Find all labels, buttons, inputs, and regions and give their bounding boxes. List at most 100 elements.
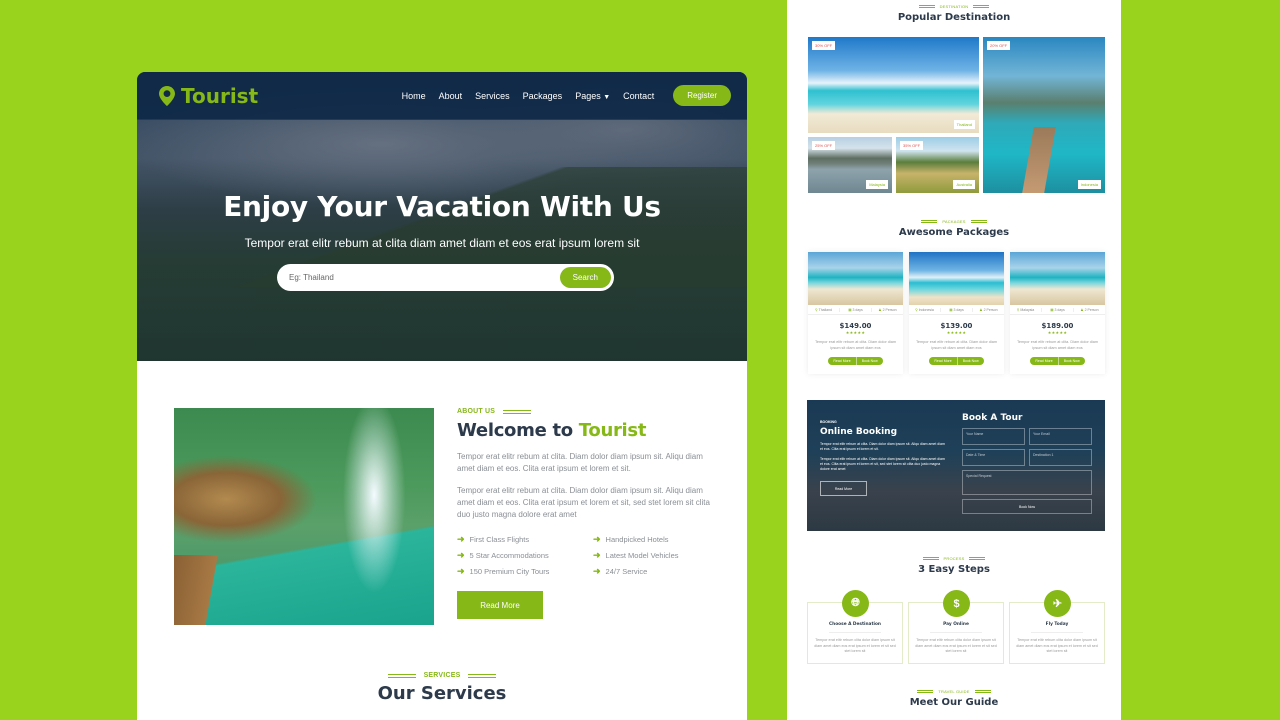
arrow-right-icon: ➜: [457, 534, 465, 544]
booking-paragraph-1: Tempor erat elitr rebum at clita. Diam d…: [820, 442, 945, 451]
package-price: $189.00: [1041, 322, 1074, 330]
destination-card-indonesia[interactable]: 20% OFF Indonesia: [983, 37, 1105, 193]
location-text: Thailand: [818, 307, 832, 312]
register-button[interactable]: Register: [673, 85, 731, 106]
nav-home[interactable]: Home: [402, 91, 426, 101]
services-title: Our Services: [377, 683, 507, 704]
package-duration: ▦3 days: [1042, 307, 1074, 312]
feature-label: 150 Premium City Tours: [469, 567, 550, 576]
package-price: $149.00: [839, 322, 872, 330]
hero-subtitle: Tempor erat elitr rebum at clita diam am…: [244, 236, 640, 250]
package-book-now-button[interactable]: Book Now: [957, 357, 984, 365]
guide-eyebrow: TRAVEL GUIDE: [787, 689, 1121, 694]
destination-header: DESTINATION Popular Destination: [787, 4, 1121, 23]
user-icon: ♟: [1080, 307, 1084, 312]
sections-preview: DESTINATION Popular Destination 30% OFF T…: [787, 0, 1121, 720]
step-description: Tempor erat elitr rebum clita dolor diam…: [814, 638, 896, 653]
step-title: Pay Online: [943, 622, 969, 627]
package-meta: ⚲Thailand ▦3 days ♟2 Person: [808, 305, 903, 315]
package-book-now-button[interactable]: Book Now: [1058, 357, 1085, 365]
about-read-more-button[interactable]: Read More: [457, 591, 543, 619]
nav-about[interactable]: About: [439, 91, 463, 101]
package-read-more-button[interactable]: Read More: [1030, 357, 1059, 365]
eyebrow-line: [503, 409, 532, 414]
email-field[interactable]: Your Email: [1029, 428, 1092, 445]
package-price: $139.00: [940, 322, 973, 330]
eyebrow-line: [387, 673, 416, 678]
discount-badge: 25% OFF: [812, 141, 836, 150]
nav-pages-dropdown[interactable]: Pages ▼: [575, 91, 610, 101]
destination-name: Australia: [953, 180, 975, 189]
process-title: 3 Easy Steps: [918, 564, 990, 575]
logo[interactable]: Tourist: [159, 84, 258, 108]
hero-title: Enjoy Your Vacation With Us: [223, 190, 661, 223]
booking-info: BOOKING Online Booking Tempor erat elitr…: [820, 420, 945, 496]
destination-card-thailand[interactable]: 30% OFF Thailand: [808, 37, 979, 133]
package-description: Tempor erat elitr rebum at clita. Diam d…: [915, 340, 998, 350]
booking-eyebrow: BOOKING: [820, 420, 837, 424]
user-icon: ♟: [979, 307, 983, 312]
name-field[interactable]: Your Name: [962, 428, 1025, 445]
package-card: ⚲Thailand ▦3 days ♟2 Person $149.00 ★★★★…: [808, 252, 903, 374]
step-divider: [1031, 632, 1083, 633]
package-read-more-button[interactable]: Read More: [828, 357, 857, 365]
destination-card-australia[interactable]: 35% OFF Australia: [896, 137, 979, 193]
services-eyebrow: SERVICES: [137, 672, 747, 679]
arrow-right-icon: ➜: [593, 534, 601, 544]
booking-read-more-button[interactable]: Read More: [820, 481, 867, 496]
package-location: ⚲Indonesia: [909, 307, 941, 312]
nav-services[interactable]: Services: [475, 91, 510, 101]
special-request-textarea[interactable]: Special Request: [962, 470, 1092, 495]
arrow-right-icon: ➜: [457, 566, 465, 576]
nav-contact[interactable]: Contact: [623, 91, 654, 101]
destination-select[interactable]: Destination 1: [1029, 449, 1092, 466]
booking-form-fields: Your Name Your Email Date & Time Destina…: [962, 428, 1092, 514]
calendar-icon: ▦: [949, 307, 953, 312]
step-card: 🌐︎ Choose A Destination Tempor erat elit…: [807, 590, 903, 664]
eyebrow-line: [922, 557, 939, 560]
logo-text: Tourist: [181, 83, 259, 108]
package-image: [909, 252, 1004, 305]
nav-packages[interactable]: Packages: [523, 91, 563, 101]
booking-title: Online Booking: [820, 427, 898, 437]
plane-icon: ✈: [1044, 590, 1071, 617]
discount-badge: 35% OFF: [900, 141, 924, 150]
book-now-submit-button[interactable]: Book Now: [962, 499, 1092, 514]
step-divider: [930, 632, 982, 633]
package-read-more-button[interactable]: Read More: [929, 357, 958, 365]
nav-pages-label: Pages: [575, 90, 601, 101]
destination-search-input[interactable]: [289, 273, 560, 282]
packages-eyebrow-text: PACKAGES: [942, 219, 966, 224]
calendar-icon: ▦: [1050, 307, 1054, 312]
feature-item: ➜ Handpicked Hotels: [593, 534, 729, 545]
step-card: $ Pay Online Tempor erat elitr rebum cli…: [908, 590, 1004, 664]
about-eyebrow: ABOUT US: [457, 408, 717, 415]
package-image: [808, 252, 903, 305]
star-rating: ★★★★★: [845, 330, 866, 335]
destination-card-malaysia[interactable]: 25% OFF Malaysia: [808, 137, 892, 193]
package-persons: ♟2 Person: [872, 308, 903, 312]
destination-eyebrow-text: DESTINATION: [939, 4, 969, 9]
datetime-field[interactable]: Date & Time: [962, 449, 1025, 466]
package-actions: Read More Book Now: [1010, 357, 1105, 365]
package-duration: ▦3 days: [840, 307, 872, 312]
booking-paragraph-2: Tempor erat elitr rebum at clita. Diam d…: [820, 457, 945, 471]
map-marker-icon: [159, 85, 175, 106]
package-description: Tempor erat elitr rebum at clita. Diam d…: [814, 340, 897, 350]
location-text: Malaysia: [1020, 307, 1035, 312]
about-waterfall-image: [174, 408, 434, 625]
globe-icon: 🌐︎: [842, 590, 869, 617]
search-button[interactable]: Search: [559, 267, 611, 288]
eyebrow-line: [921, 220, 938, 223]
search-bar: Search: [277, 264, 614, 291]
about-title: Welcome to Tourist: [457, 420, 717, 441]
map-marker-icon: ⚲: [1016, 307, 1020, 312]
feature-label: 5 Star Accommodations: [469, 551, 549, 560]
discount-badge: 20% OFF: [987, 41, 1011, 50]
packages-eyebrow: PACKAGES: [787, 219, 1121, 224]
step-divider: [829, 632, 881, 633]
packages-header: PACKAGES Awesome Packages: [787, 219, 1121, 238]
package-description: Tempor erat elitr rebum at clita. Diam d…: [1016, 340, 1099, 350]
package-book-now-button[interactable]: Book Now: [856, 357, 883, 365]
package-duration: ▦3 days: [941, 307, 973, 312]
